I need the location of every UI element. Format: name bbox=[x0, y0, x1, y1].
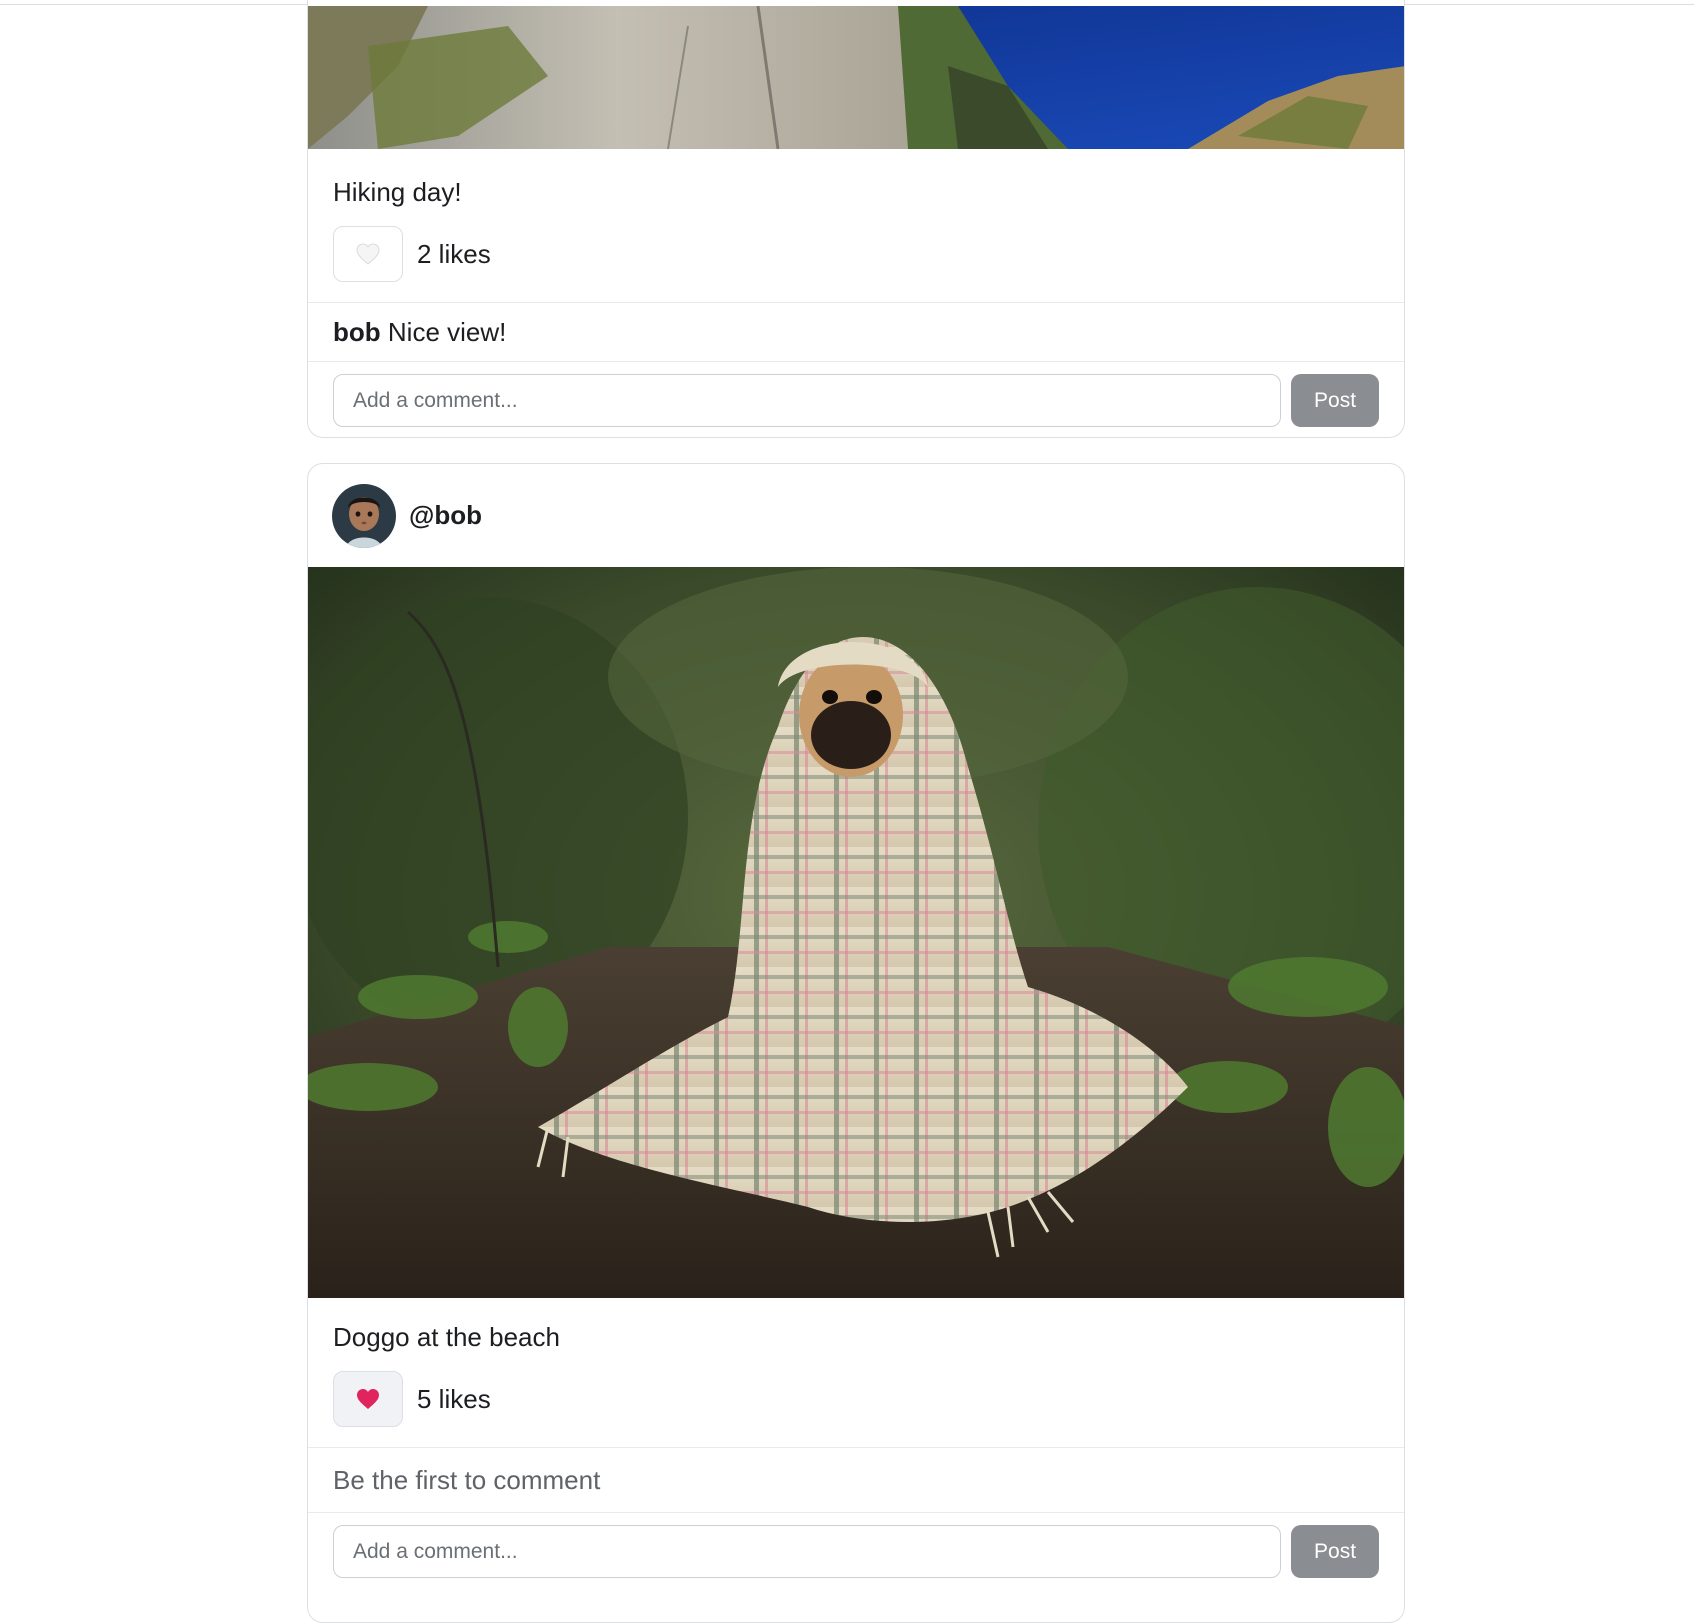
post-image bbox=[308, 567, 1404, 1298]
pug-in-blanket-photo bbox=[308, 567, 1404, 1298]
post-comment-button[interactable]: Post bbox=[1291, 374, 1379, 427]
feed: Hiking day! 2 likes bob Nice view! Post bbox=[307, 0, 1405, 1623]
comment-author[interactable]: bob bbox=[333, 317, 381, 347]
empty-comments-message: Be the first to comment bbox=[333, 1465, 601, 1495]
comment-form: Post bbox=[308, 1525, 1404, 1578]
white-heart-icon bbox=[356, 243, 380, 265]
post-caption: Hiking day! bbox=[333, 177, 462, 207]
post-header: @bob bbox=[308, 464, 1404, 567]
child-avatar bbox=[332, 483, 396, 548]
like-button[interactable] bbox=[333, 1371, 403, 1427]
divider bbox=[308, 1512, 1404, 1513]
likes-count: 5 likes bbox=[417, 1383, 491, 1414]
like-row: 5 likes bbox=[308, 1371, 1404, 1427]
red-heart-icon bbox=[357, 1389, 379, 1409]
like-row: 2 likes bbox=[308, 226, 1404, 282]
comment: bob Nice view! bbox=[308, 303, 1404, 361]
divider bbox=[308, 361, 1404, 362]
post-card: @bob Doggo at the beach 5 likes Be the f… bbox=[307, 463, 1405, 1623]
comment-input[interactable] bbox=[333, 374, 1282, 427]
cliff-over-fjord-photo bbox=[308, 6, 1404, 149]
comment-text: Nice view! bbox=[387, 317, 507, 347]
avatar[interactable] bbox=[332, 483, 396, 548]
likes-count: 2 likes bbox=[417, 238, 491, 269]
post-caption: Doggo at the beach bbox=[333, 1322, 560, 1352]
post-comment-button[interactable]: Post bbox=[1291, 1525, 1379, 1578]
comment-input[interactable] bbox=[333, 1525, 1282, 1578]
post-image bbox=[308, 6, 1404, 149]
comment-form: Post bbox=[308, 374, 1404, 427]
post-card: Hiking day! 2 likes bob Nice view! Post bbox=[307, 0, 1405, 438]
like-button[interactable] bbox=[333, 226, 403, 282]
post-username[interactable]: @bob bbox=[409, 500, 482, 531]
